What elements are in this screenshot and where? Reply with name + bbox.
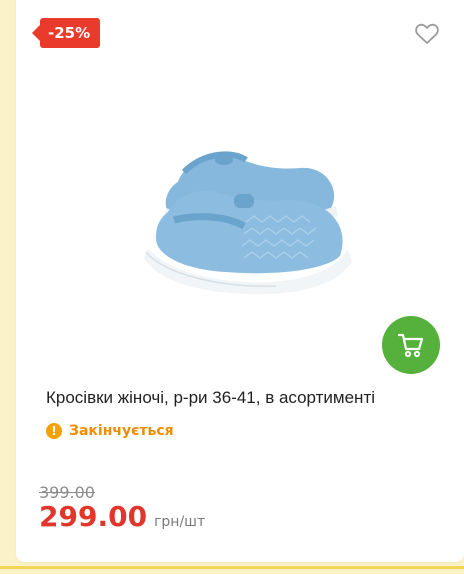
cart-icon <box>397 333 424 358</box>
price-row: 299.00 грн/шт <box>39 500 205 533</box>
stock-status-label: Закінчується <box>69 423 174 439</box>
price-unit: грн/шт <box>154 514 206 530</box>
product-title[interactable]: Кросівки жіночі, р-ри 36-41, в асортимен… <box>46 388 446 408</box>
favorite-button[interactable] <box>414 22 440 46</box>
product-image[interactable] <box>126 130 376 310</box>
discount-badge: -25% <box>31 18 101 48</box>
add-to-cart-button[interactable] <box>382 316 440 374</box>
current-price: 299.00 <box>39 500 148 533</box>
heart-icon <box>415 23 439 44</box>
bottom-divider <box>0 566 464 569</box>
product-card[interactable]: -25% Кросівки жіночі, р-ри 36-41, в асор… <box>16 0 464 562</box>
warning-icon: ! <box>46 423 62 439</box>
stock-status: ! Закінчується <box>46 423 174 439</box>
